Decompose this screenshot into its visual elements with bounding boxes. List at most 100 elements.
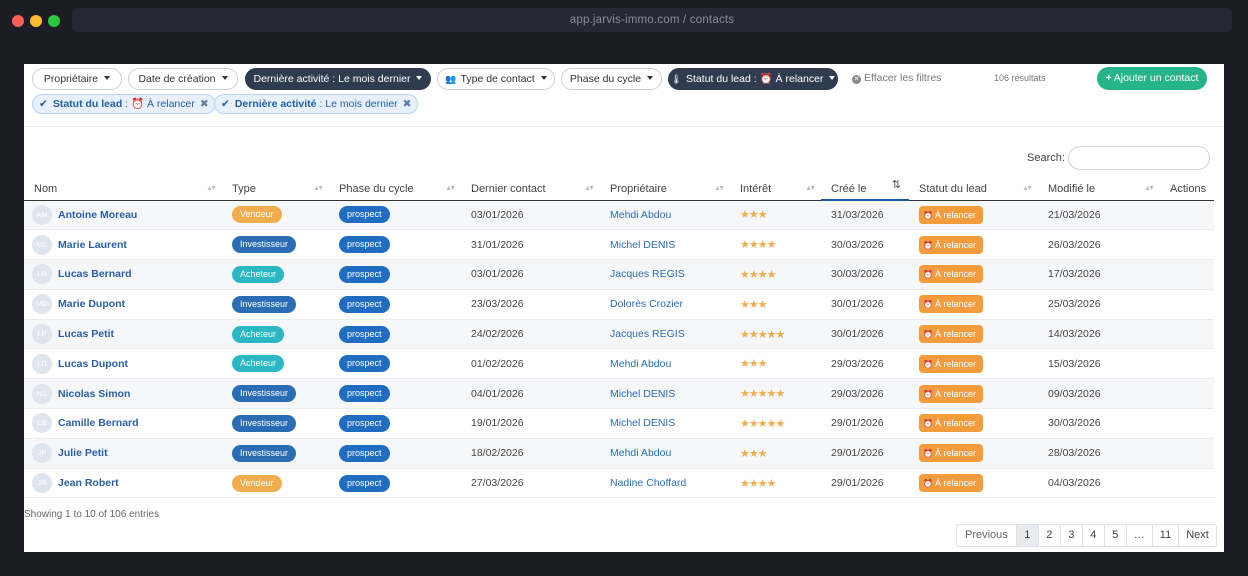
page-button-4[interactable]: 4 — [1081, 525, 1104, 546]
table-row[interactable]: ML Marie Laurent Investisseur prospect 31/01… — [24, 229, 1214, 261]
column-header-dernier-contact[interactable]: Dernier contact ▲▼ — [461, 178, 600, 201]
table-row[interactable]: JR Jean Robert Vendeur prospect 27/03/2026 Na… — [24, 468, 1214, 499]
filter-type-contact-button[interactable]: 👥 Type de contact — [437, 68, 555, 90]
remove-filter-icon[interactable]: ✖ — [403, 98, 412, 110]
filter-derniere-activite-button[interactable]: Dernière activité : Le mois dernier — [245, 68, 431, 90]
column-header-phase-du-cycle[interactable]: Phase du cycle ▲▼ — [329, 178, 461, 201]
owner-link[interactable]: Mehdi Abdou — [610, 209, 671, 221]
column-header-label: Nom — [34, 182, 58, 195]
contact-name-link[interactable]: Antoine Moreau — [58, 209, 137, 221]
contact-name-link[interactable]: Marie Laurent — [58, 239, 127, 251]
cell-type: Investisseur — [222, 378, 329, 410]
active-filter-chip-activite: ✔ Dernière activité : Le mois dernier ✖ — [214, 94, 419, 114]
cell-owner: Dolorès Crozier — [600, 289, 730, 320]
cell-modified: 17/03/2026 — [1038, 259, 1160, 290]
owner-link[interactable]: Mehdi Abdou — [610, 447, 671, 459]
column-header-créé-le[interactable]: Créé le ⇅ — [821, 178, 909, 201]
table-row[interactable]: LB Lucas Bernard Acheteur prospect 03/01/202… — [24, 259, 1214, 290]
remove-filter-icon[interactable]: ✖ — [200, 98, 209, 110]
filter-label: Date de création — [138, 73, 216, 85]
entries-info: Showing 1 to 10 of 106 entries — [24, 509, 160, 520]
filter-phase-cycle-button[interactable]: Phase du cycle — [561, 68, 662, 90]
cell-interest: ★★★ — [730, 438, 821, 469]
type-badge: Investisseur — [232, 236, 297, 254]
star-rating-icon: ★★★★ — [740, 268, 776, 281]
add-contact-button[interactable]: + Ajouter un contact — [1097, 67, 1207, 90]
cell-actions: ✎ — [1160, 200, 1214, 231]
column-header-label: Type — [232, 182, 256, 195]
column-header-nom[interactable]: Nom ▲▼ — [24, 178, 222, 201]
contact-name-link[interactable]: Julie Petit — [58, 447, 108, 459]
search-input[interactable] — [1068, 146, 1210, 170]
cell-interest: ★★★ — [730, 348, 821, 380]
chevron-down-icon — [104, 76, 111, 81]
cell-type: Investisseur — [222, 408, 329, 439]
owner-link[interactable]: Dolorès Crozier — [610, 298, 683, 310]
cell-actions: ✎ — [1160, 259, 1214, 290]
table-row[interactable]: LD Lucas Dupont Acheteur prospect 01/02/2026… — [24, 348, 1214, 380]
table-row[interactable]: CB Camille Bernard Investisseur prospect 19/… — [24, 408, 1214, 439]
cell-modified: 30/03/2026 — [1038, 408, 1160, 439]
minimize-window-button[interactable] — [30, 15, 42, 27]
contact-name-link[interactable]: Nicolas Simon — [58, 388, 130, 400]
contact-name-link[interactable]: Lucas Dupont — [58, 358, 128, 370]
type-badge: Acheteur — [232, 265, 285, 283]
cell-actions: ✎ — [1160, 348, 1214, 380]
search-label: Search: — [1027, 152, 1065, 164]
alarm-clock-icon: ⏰ — [923, 359, 933, 369]
column-header-propriétaire[interactable]: Propriétaire ▲▼ — [600, 178, 730, 201]
sort-icon: ▲▼ — [584, 185, 595, 192]
page-button-2[interactable]: 2 — [1037, 525, 1060, 546]
owner-link[interactable]: Michel DENIS — [610, 239, 675, 251]
page-button-3[interactable]: 3 — [1059, 525, 1082, 546]
owner-link[interactable]: Jacques REGIS — [610, 268, 685, 280]
table-row[interactable]: MD Marie Dupont Investisseur prospect 23/03/… — [24, 289, 1214, 320]
contact-name-link[interactable]: Lucas Bernard — [58, 268, 132, 280]
star-rating-icon: ★★★★ — [740, 477, 776, 490]
owner-link[interactable]: Mehdi Abdou — [610, 358, 671, 370]
page-button-11[interactable]: 11 — [1151, 525, 1178, 546]
maximize-window-button[interactable] — [48, 15, 60, 27]
clear-filters-link[interactable]: ✕ Effacer les filtres — [852, 72, 941, 84]
contact-name-link[interactable]: Camille Bernard — [58, 417, 139, 429]
owner-link[interactable]: Jacques REGIS — [610, 328, 685, 340]
address-bar[interactable]: app.jarvis-immo.com / contacts — [72, 8, 1232, 32]
owner-link[interactable]: Michel DENIS — [610, 388, 675, 400]
cell-status: ⏰ À relancer — [909, 289, 1038, 320]
cell-phase: prospect — [329, 408, 461, 439]
contact-name-link[interactable]: Lucas Petit — [58, 328, 114, 340]
cell-interest: ★★★★★ — [730, 408, 821, 439]
contact-name-link[interactable]: Jean Robert — [58, 477, 119, 489]
table-row[interactable]: JP Julie Petit Investisseur prospect 18/02/2… — [24, 438, 1214, 469]
previous-page-button[interactable]: Previous — [957, 525, 1016, 546]
owner-link[interactable]: Nadine Choffard — [610, 477, 686, 489]
cell-modified: 26/03/2026 — [1038, 229, 1160, 261]
cell-last-contact: 19/01/2026 — [461, 408, 600, 439]
page-button-5[interactable]: 5 — [1103, 525, 1126, 546]
cell-owner: Mehdi Abdou — [600, 348, 730, 380]
cell-phase: prospect — [329, 229, 461, 261]
status-label: À relancer — [934, 209, 976, 220]
filter-date-creation-button[interactable]: Date de création — [128, 68, 238, 90]
next-page-button[interactable]: Next — [1178, 525, 1216, 546]
page-ellipsis: … — [1125, 525, 1152, 546]
owner-link[interactable]: Michel DENIS — [610, 417, 675, 429]
contact-name-link[interactable]: Marie Dupont — [58, 298, 125, 310]
page-button-1[interactable]: 1 — [1015, 525, 1038, 546]
cell-actions: ✎ — [1160, 289, 1214, 320]
table-row[interactable]: LP Lucas Petit Acheteur prospect 24/02/2026 J… — [24, 319, 1214, 350]
cell-type: Vendeur — [222, 468, 329, 499]
alarm-clock-icon: ⏰ — [923, 449, 933, 459]
filter-statut-lead-button[interactable]: 🌡 Statut du lead : ⏰ À relancer — [668, 68, 838, 90]
table-row[interactable]: NS Nicolas Simon Investisseur prospect 04/01… — [24, 378, 1214, 410]
close-window-button[interactable] — [12, 15, 24, 27]
column-header-modifié-le[interactable]: Modifié le ▲▼ — [1038, 178, 1160, 201]
table-row[interactable]: AM Antoine Moreau Vendeur prospect 03/01/202… — [24, 200, 1214, 231]
phase-badge: prospect — [339, 385, 390, 403]
cell-last-contact: 23/03/2026 — [461, 289, 600, 320]
column-header-intérêt[interactable]: Intérêt ▲▼ — [730, 178, 821, 201]
filter-proprietaire-button[interactable]: Propriétaire — [32, 68, 122, 90]
column-header-statut-du-lead[interactable]: Statut du lead ▲▼ — [909, 178, 1038, 201]
column-header-type[interactable]: Type ▲▼ — [222, 178, 329, 201]
cell-created: 29/03/2026 — [821, 348, 909, 380]
